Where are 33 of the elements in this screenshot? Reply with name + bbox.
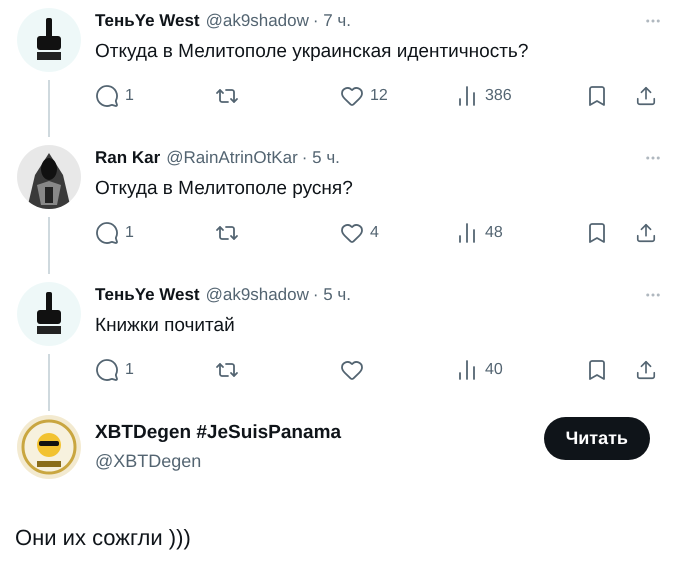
reply-icon[interactable] <box>95 358 119 382</box>
reply-count: 1 <box>125 223 134 243</box>
reply-count: 1 <box>125 360 134 380</box>
caption-text: Они их сожгли ))) <box>14 524 192 552</box>
follow-button[interactable]: Читать <box>544 416 650 460</box>
author-handle[interactable]: @RainAtrinOtKar <box>166 145 298 170</box>
author-handle[interactable]: @ak9shadow <box>206 282 309 308</box>
reply-icon[interactable] <box>95 84 119 108</box>
like-count: 4 <box>370 223 379 243</box>
profile-name[interactable]: XBTDegen #JeSuisPanama <box>95 419 342 448</box>
post-text: Книжки почитай <box>95 314 236 338</box>
views-count: 386 <box>485 86 512 106</box>
reply-icon[interactable] <box>95 221 119 245</box>
like-count: 12 <box>370 86 388 106</box>
share-icon[interactable] <box>635 222 657 244</box>
author-name[interactable]: ТеньYe West <box>95 282 200 308</box>
share-icon[interactable] <box>635 85 657 107</box>
reply-count: 1 <box>125 86 134 106</box>
post-text: Откуда в Мелитополе украинская идентичность? <box>95 40 530 64</box>
like-icon[interactable] <box>340 358 364 382</box>
post-time: · 7 ч. <box>312 10 352 32</box>
post-time: · 5 ч. <box>302 147 340 169</box>
views-count: 40 <box>485 360 503 380</box>
profile-handle: @XBTDegen <box>95 450 202 473</box>
share-icon[interactable] <box>635 359 657 381</box>
like-icon[interactable] <box>340 221 364 245</box>
author-name[interactable]: ТеньYe West <box>95 8 200 34</box>
author-name[interactable]: Ran Kar <box>95 145 160 170</box>
like-icon[interactable] <box>340 84 364 108</box>
post-text: Откуда в Мелитополе русня? <box>95 176 354 200</box>
views-count: 48 <box>485 223 503 243</box>
post-time: · 5 ч. <box>312 284 352 306</box>
author-handle[interactable]: @ak9shadow <box>206 8 309 34</box>
